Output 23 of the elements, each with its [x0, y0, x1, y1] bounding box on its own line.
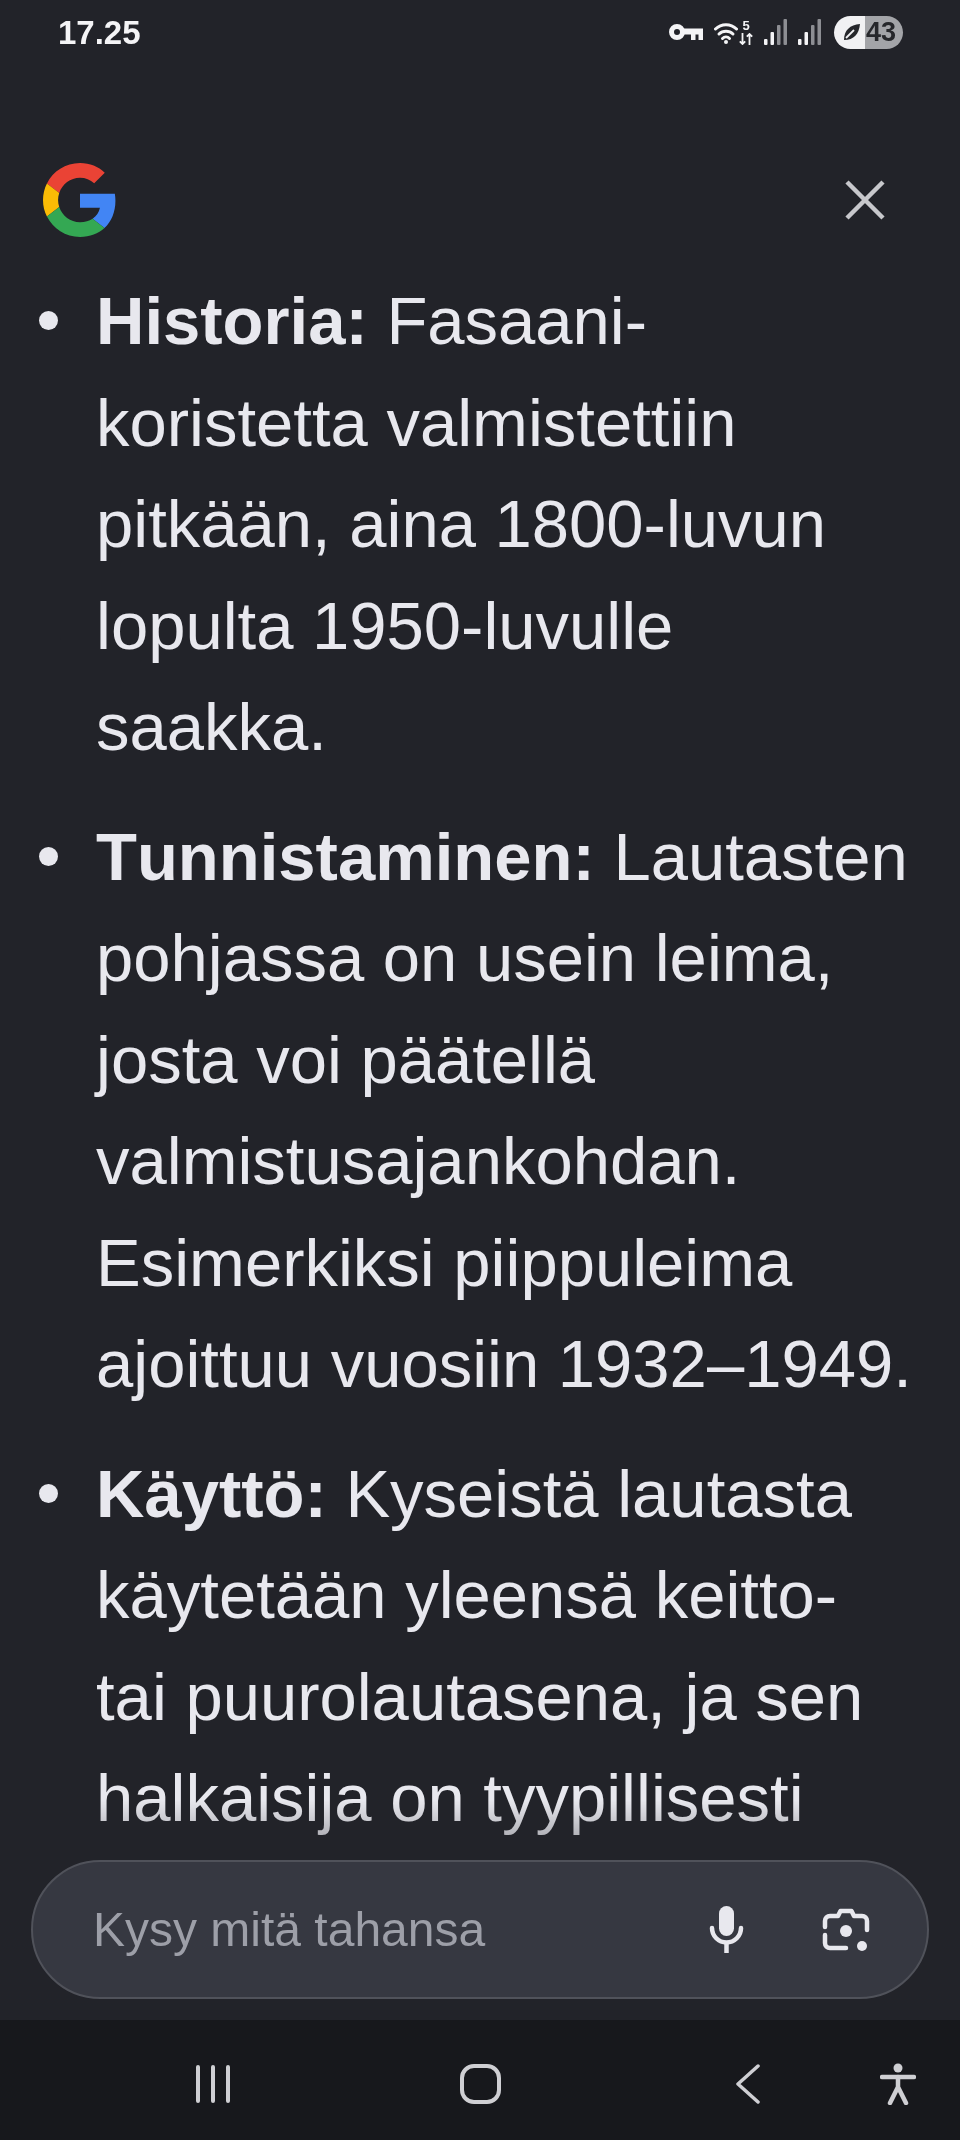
answer-paragraph: Tunnistaminen: Lautasten pohjassa on usein leima, josta voi päätellä valmistusajankohdan. Esimerkiksi piippuleima ajoittuu vuosiin 1932–1949.	[96, 817, 913, 1403]
signal-icon	[798, 19, 821, 45]
microphone-icon[interactable]	[708, 1905, 745, 1954]
leaf-icon	[842, 22, 861, 42]
status-time: 17.25	[58, 15, 141, 49]
bullet-icon	[38, 846, 58, 866]
close-icon[interactable]	[845, 180, 885, 220]
key-icon	[669, 23, 703, 41]
battery-level-text: 43	[866, 18, 897, 46]
wifi-standard-label: 5	[742, 19, 750, 32]
bullet-icon	[38, 1483, 58, 1503]
answer-paragraph: Historia: Fasaani-koristetta valmistettiin pitkään, aina 1800-luvun lopulta 1950-luvulle saakka.	[96, 282, 828, 766]
ask-input[interactable]: Kysy mitä tahansa	[93, 1902, 684, 1957]
camera-scan-icon[interactable]	[822, 1907, 870, 1952]
data-arrows-icon	[739, 32, 753, 45]
accessibility-icon[interactable]	[880, 2063, 916, 2105]
home-icon[interactable]	[459, 2064, 501, 2104]
back-icon[interactable]	[734, 2064, 760, 2104]
bullet-icon	[38, 311, 58, 331]
signal-icon	[764, 19, 787, 45]
answer-paragraph: Käyttö: Kyseistä lautasta käytetään yleensä keitto- tai puurolautasena, ja sen halkaisija on tyypillisesti	[96, 1454, 865, 1837]
recent-apps-icon[interactable]	[195, 2065, 231, 2103]
ask-field[interactable]: Kysy mitä tahansa	[31, 1860, 929, 1999]
